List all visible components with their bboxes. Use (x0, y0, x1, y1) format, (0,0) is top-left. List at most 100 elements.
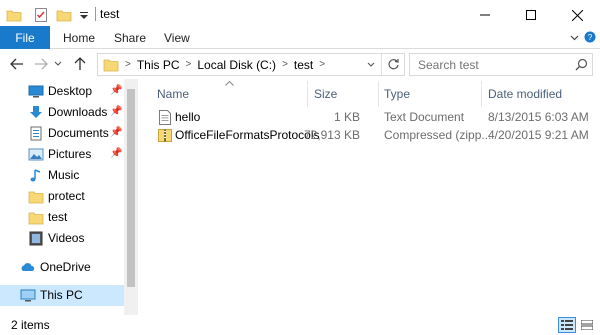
nav-label: Pictures (48, 147, 92, 161)
pin-icon[interactable]: 📌 (110, 148, 122, 159)
pin-icon[interactable]: 📌 (110, 127, 122, 138)
nav-item-pictures[interactable]: Pictures 📌 (0, 144, 124, 165)
nav-item-onedrive[interactable]: OneDrive (0, 257, 124, 278)
file-name: OfficeFileFormatsProtocols (175, 128, 320, 142)
breadcrumb-test[interactable]: test (294, 58, 313, 72)
column-divider[interactable] (481, 81, 482, 107)
forward-arrow-icon (35, 58, 48, 70)
search-box[interactable] (409, 53, 593, 76)
properties-icon[interactable] (33, 7, 49, 23)
nav-scrollbar-thumb[interactable] (127, 89, 135, 287)
file-list: Name Size Type Date modified hello 1 KB … (145, 79, 600, 315)
breadcrumb-this-pc[interactable]: This PC (137, 58, 180, 72)
column-header-type[interactable]: Type (384, 87, 410, 101)
ribbon-tabs: File Home Share View ? (0, 26, 600, 49)
tab-share[interactable]: Share (114, 26, 146, 49)
folder-icon (103, 59, 119, 71)
large-icons-view-button[interactable] (578, 317, 596, 333)
nav-label: Desktop (48, 84, 93, 98)
text-file-icon (159, 110, 171, 125)
nav-item-documents[interactable]: Documents 📌 (0, 123, 124, 144)
file-type: Text Document (384, 110, 465, 124)
zip-folder-icon (158, 129, 172, 142)
svg-text:?: ? (588, 33, 593, 42)
column-divider[interactable] (307, 81, 308, 107)
sort-ascending-icon (225, 81, 234, 86)
file-size: 72,913 KB (303, 128, 360, 142)
table-row[interactable]: OfficeFileFormatsProtocols 72,913 KB Com… (155, 126, 600, 145)
downloads-icon (30, 106, 42, 118)
up-button[interactable] (72, 55, 88, 73)
desktop-icon (28, 85, 44, 98)
column-header-size[interactable]: Size (314, 87, 337, 101)
search-icon[interactable] (575, 58, 588, 71)
videos-icon (29, 231, 43, 246)
pin-icon[interactable]: 📌 (110, 106, 122, 117)
chevron-down-icon (54, 61, 62, 66)
breadcrumb-separator[interactable]: > (125, 59, 131, 70)
nav-item-downloads[interactable]: Downloads 📌 (0, 102, 124, 123)
forward-button[interactable] (33, 55, 49, 73)
address-history-icon[interactable] (367, 62, 375, 68)
back-button[interactable] (9, 55, 25, 73)
details-view-icon (561, 320, 573, 330)
nav-label: Downloads (48, 105, 108, 119)
folder-icon (6, 10, 22, 22)
file-size: 1 KB (333, 110, 360, 124)
navigation-bar: > This PC > Local Disk (C:) > test > (0, 49, 600, 79)
customize-quick-access-icon[interactable] (76, 7, 92, 23)
recent-locations-button[interactable] (53, 55, 63, 73)
music-icon (30, 169, 41, 182)
breadcrumb-separator[interactable]: > (282, 59, 288, 70)
navigation-pane: Desktop 📌 Downloads 📌 Documents 📌 Pictur… (0, 79, 138, 315)
address-bar[interactable]: > This PC > Local Disk (C:) > test > (97, 53, 405, 76)
breadcrumb-separator[interactable]: > (319, 59, 325, 70)
up-arrow-icon (74, 57, 86, 70)
documents-icon (30, 126, 42, 141)
details-view-button[interactable] (558, 317, 576, 333)
this-pc-icon (20, 289, 36, 302)
pin-icon[interactable]: 📌 (110, 85, 122, 96)
back-arrow-icon (10, 58, 23, 70)
file-date: 4/20/2015 9:21 AM (488, 128, 589, 142)
status-bar: 2 items (0, 315, 600, 335)
onedrive-icon (21, 263, 35, 271)
nav-label: Documents (48, 126, 109, 140)
expand-ribbon-icon[interactable] (570, 33, 579, 42)
search-input[interactable] (418, 57, 568, 72)
column-header-name[interactable]: Name (157, 87, 189, 101)
maximize-icon (526, 10, 536, 20)
nav-scrollbar[interactable] (124, 79, 138, 315)
column-divider[interactable] (378, 81, 379, 107)
column-header-date-modified[interactable]: Date modified (488, 87, 562, 101)
tab-file[interactable]: File (0, 26, 50, 49)
close-icon (571, 9, 583, 21)
window-title: test (100, 7, 120, 21)
refresh-icon[interactable] (387, 58, 400, 71)
folder-icon (28, 191, 44, 204)
tab-home[interactable]: Home (63, 26, 95, 49)
table-row[interactable]: hello 1 KB Text Document 8/13/2015 6:03 … (155, 108, 600, 127)
new-folder-icon[interactable] (56, 7, 72, 23)
breadcrumb-separator[interactable]: > (186, 59, 192, 70)
minimize-icon (480, 14, 490, 16)
large-icons-view-icon (581, 320, 593, 330)
folder-icon (28, 212, 44, 225)
nav-item-test[interactable]: test (0, 207, 124, 228)
title-separator (95, 7, 96, 21)
nav-item-music[interactable]: Music (0, 165, 124, 186)
file-name: hello (175, 110, 201, 124)
item-count: 2 items (11, 318, 50, 332)
breadcrumb-local-disk[interactable]: Local Disk (C:) (197, 58, 276, 72)
file-type: Compressed (zipp... (384, 128, 492, 142)
tab-view[interactable]: View (164, 26, 190, 49)
nav-item-this-pc[interactable]: This PC (0, 285, 124, 306)
help-icon[interactable]: ? (584, 31, 596, 43)
nav-label: This PC (40, 288, 83, 302)
nav-item-desktop[interactable]: Desktop 📌 (0, 81, 124, 102)
nav-item-videos[interactable]: Videos (0, 228, 124, 249)
nav-label: test (48, 210, 68, 224)
nav-label: Music (48, 168, 80, 182)
nav-item-protect[interactable]: protect (0, 186, 124, 207)
nav-label: Videos (48, 231, 85, 245)
